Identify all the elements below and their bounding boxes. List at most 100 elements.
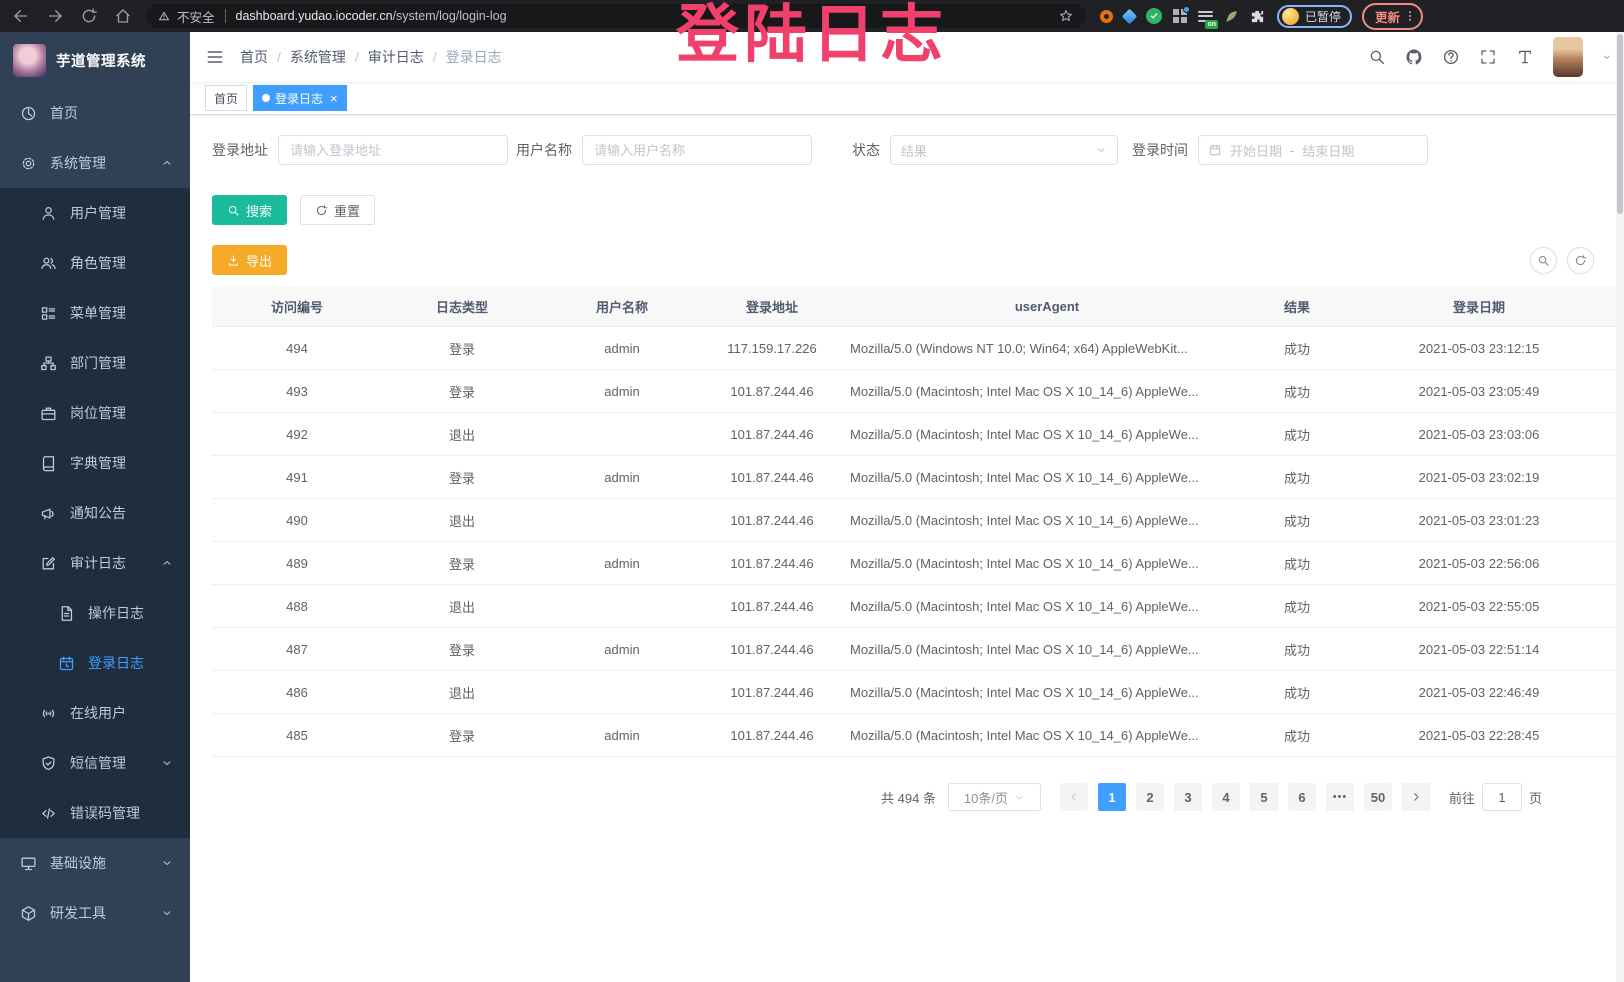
reload-icon[interactable] <box>80 7 98 25</box>
kebab-menu-icon[interactable] <box>1403 9 1417 23</box>
extension-donut-icon[interactable] <box>1100 10 1113 23</box>
github-icon[interactable] <box>1405 48 1423 66</box>
extension-grid-icon[interactable] <box>1173 9 1187 23</box>
cell-result: 成功 <box>1252 382 1342 401</box>
scrollbar-thumb[interactable] <box>1617 34 1623 214</box>
chevron-down-icon <box>1014 792 1025 803</box>
sidebar-item-user[interactable]: 用户管理 <box>0 188 190 238</box>
forward-icon[interactable] <box>46 7 64 25</box>
page-button[interactable]: 5 <box>1250 783 1278 811</box>
magnifier-icon <box>1537 254 1550 267</box>
sidebar-item-department-tree[interactable]: 部门管理 <box>0 338 190 388</box>
sidebar-item-login-log[interactable]: 登录日志 <box>0 638 190 688</box>
page-size-select[interactable]: 10条/页 <box>948 783 1041 811</box>
cell-ua: Mozilla/5.0 (Macintosh; Intel Mac OS X 1… <box>842 685 1252 700</box>
extensions-puzzle-icon[interactable] <box>1250 9 1265 24</box>
page-button[interactable]: 1 <box>1098 783 1126 811</box>
cell-type: 登录 <box>382 382 542 401</box>
sidebar-item-label: 通知公告 <box>70 503 126 523</box>
goto-unit: 页 <box>1529 788 1542 807</box>
download-icon <box>227 254 240 267</box>
sidebar-item-gear[interactable]: 系统管理 <box>0 138 190 188</box>
close-icon[interactable]: × <box>330 92 338 105</box>
browser-update-button[interactable]: 更新 <box>1362 3 1423 30</box>
page-button[interactable]: 2 <box>1136 783 1164 811</box>
sidebar-item-role[interactable]: 角色管理 <box>0 238 190 288</box>
sidebar-item-infrastructure[interactable]: 基础设施 <box>0 838 190 888</box>
search-button[interactable]: 搜索 <box>212 195 287 225</box>
goto-page-input[interactable] <box>1482 783 1522 811</box>
header-search-icon[interactable] <box>1368 48 1386 66</box>
bookmark-star-icon[interactable] <box>1058 8 1074 24</box>
sidebar-item-post[interactable]: 岗位管理 <box>0 388 190 438</box>
toggle-search-button[interactable] <box>1530 247 1557 274</box>
breadcrumb-item[interactable]: 系统管理 <box>290 47 346 67</box>
font-size-icon[interactable] <box>1516 48 1534 66</box>
sidebar-item-menu-tree[interactable]: 菜单管理 <box>0 288 190 338</box>
home-icon[interactable] <box>114 7 132 25</box>
page-scrollbar[interactable] <box>1616 32 1624 982</box>
sidebar-item-audit-log[interactable]: 审计日志 <box>0 538 190 588</box>
sidebar-item-label: 岗位管理 <box>70 403 126 423</box>
hamburger-icon[interactable] <box>205 47 225 67</box>
sidebar-item-online-user[interactable]: 在线用户 <box>0 688 190 738</box>
user-avatar[interactable] <box>1553 37 1583 77</box>
status-placeholder: 结果 <box>901 141 927 160</box>
table-row: 491登录admin101.87.244.46Mozilla/5.0 (Maci… <box>212 456 1616 499</box>
address-bar[interactable]: 不安全 dashboard.yudao.iocoder.cn/system/lo… <box>146 4 1086 28</box>
sidebar-item-label: 首页 <box>50 103 78 123</box>
sidebar-item-dashboard[interactable]: 首页 <box>0 88 190 138</box>
avatar-caret-icon[interactable] <box>1602 52 1612 62</box>
export-button[interactable]: 导出 <box>212 245 287 275</box>
reset-button[interactable]: 重置 <box>300 195 375 225</box>
fullscreen-icon[interactable] <box>1479 48 1497 66</box>
refresh-table-button[interactable] <box>1567 247 1594 274</box>
extension-list-icon[interactable]: on <box>1198 10 1213 23</box>
cell-id: 487 <box>212 642 382 657</box>
username-input[interactable] <box>582 135 812 165</box>
sidebar-item-label: 部门管理 <box>70 353 126 373</box>
back-icon[interactable] <box>12 7 30 25</box>
sidebar-item-sms[interactable]: 短信管理 <box>0 738 190 788</box>
sidebar-item-dev-tools[interactable]: 研发工具 <box>0 888 190 938</box>
sidebar-item-operation-log[interactable]: 操作日志 <box>0 588 190 638</box>
page-button[interactable]: 6 <box>1288 783 1316 811</box>
calendar-icon <box>1208 143 1222 157</box>
column-header: 结果 <box>1252 297 1342 316</box>
cell-type: 退出 <box>382 683 542 702</box>
sidebar-item-dictionary[interactable]: 字典管理 <box>0 438 190 488</box>
sidebar-item-announcement[interactable]: 通知公告 <box>0 488 190 538</box>
sidebar-item-error-code[interactable]: 错误码管理 <box>0 788 190 838</box>
breadcrumb-item[interactable]: 审计日志 <box>368 47 424 67</box>
cell-user: admin <box>542 384 702 399</box>
browser-profile-chip[interactable]: 已暂停 <box>1277 5 1352 28</box>
username-label: 用户名称 <box>516 140 572 160</box>
profile-status-label: 已暂停 <box>1305 8 1341 25</box>
tag-active[interactable]: 登录日志× <box>253 85 347 111</box>
cell-id: 492 <box>212 427 382 442</box>
status-select[interactable]: 结果 <box>890 135 1118 165</box>
next-page-button[interactable] <box>1402 783 1430 811</box>
page-button[interactable]: 3 <box>1174 783 1202 811</box>
login-address-input[interactable] <box>278 135 508 165</box>
browser-nav-buttons <box>0 7 146 25</box>
post-icon <box>40 405 57 422</box>
app-title: 芋道管理系统 <box>56 50 146 71</box>
page-button[interactable]: 50 <box>1364 783 1392 811</box>
cell-ua: Mozilla/5.0 (Macintosh; Intel Mac OS X 1… <box>842 427 1252 442</box>
tag-item[interactable]: 首页 <box>205 85 247 111</box>
breadcrumb-item[interactable]: 首页 <box>240 47 268 67</box>
page-ellipsis[interactable]: ••• <box>1326 783 1354 811</box>
help-icon[interactable] <box>1442 48 1460 66</box>
extension-check-icon[interactable] <box>1146 8 1162 24</box>
prev-page-button[interactable] <box>1060 783 1088 811</box>
url-text: dashboard.yudao.iocoder.cn/system/log/lo… <box>236 9 507 23</box>
cell-id: 488 <box>212 599 382 614</box>
table-header-row: 访问编号日志类型用户名称登录地址userAgent结果登录日期 <box>212 287 1616 327</box>
date-range-picker[interactable]: 开始日期 - 结束日期 <box>1198 135 1428 165</box>
breadcrumb-separator: / <box>277 49 281 65</box>
page-button[interactable]: 4 <box>1212 783 1240 811</box>
extension-diamond-icon[interactable] <box>1122 8 1138 24</box>
extension-feather-icon[interactable] <box>1224 9 1239 24</box>
app-logo-row[interactable]: 芋道管理系统 <box>0 32 190 88</box>
